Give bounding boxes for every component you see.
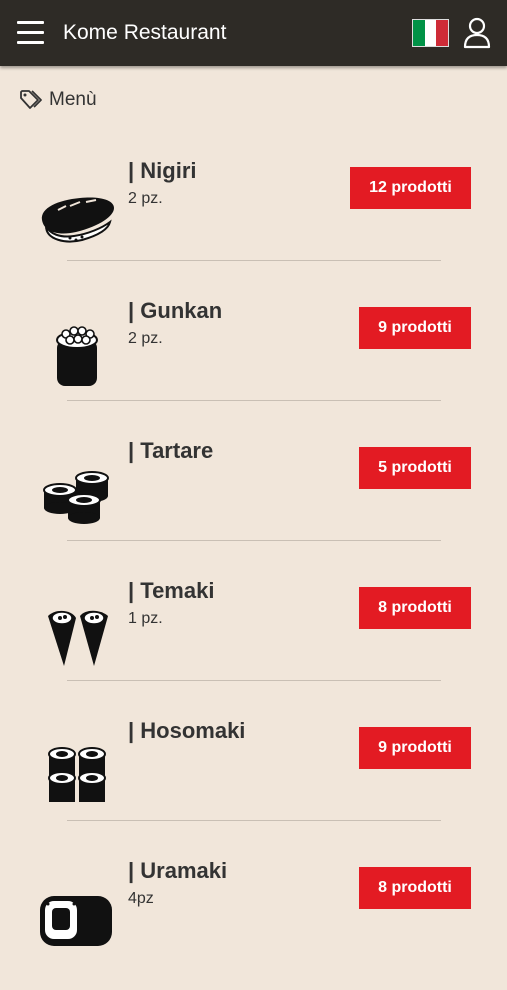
- category-subtitle: 2 pz.: [128, 330, 163, 347]
- products-count-button[interactable]: 9 prodotti: [359, 307, 471, 349]
- category-row-temaki[interactable]: | Temaki 1 pz. 8 prodotti: [0, 570, 507, 710]
- top-bar: Kome Restaurant: [0, 0, 507, 66]
- divider: [67, 680, 441, 681]
- divider: [67, 540, 441, 541]
- nigiri-icon: [41, 197, 114, 243]
- hosomaki-icon: [48, 747, 106, 802]
- tartare-icon: [43, 471, 109, 524]
- category-name: | Uramaki: [128, 858, 228, 883]
- breadcrumb: Menù: [19, 87, 97, 113]
- products-count-button[interactable]: 12 prodotti: [350, 167, 471, 209]
- category-subtitle: 1 pz.: [128, 610, 163, 627]
- divider: [67, 400, 441, 401]
- category-row-hosomaki[interactable]: | Hosomaki 9 prodotti: [0, 710, 507, 850]
- category-row-uramaki[interactable]: | Uramaki 4pz 8 prodotti: [0, 850, 507, 990]
- app-title: Kome Restaurant: [63, 21, 227, 44]
- products-count-button[interactable]: 5 prodotti: [359, 447, 471, 489]
- gunkan-icon: [56, 326, 98, 386]
- italy-flag-icon[interactable]: [412, 19, 449, 47]
- category-name: | Nigiri: [128, 158, 197, 183]
- products-count-button[interactable]: 9 prodotti: [359, 727, 471, 769]
- tag-icon: [20, 90, 42, 109]
- uramaki-icon: [40, 896, 112, 946]
- category-row-tartare[interactable]: | Tartare 5 prodotti: [0, 430, 507, 570]
- category-name: | Hosomaki: [128, 718, 246, 743]
- category-name: | Tartare: [128, 438, 214, 463]
- category-row-nigiri[interactable]: | Nigiri 2 pz. 12 prodotti: [0, 150, 507, 290]
- hamburger-menu-icon[interactable]: [17, 21, 44, 45]
- user-icon[interactable]: [463, 17, 491, 49]
- category-row-gunkan[interactable]: | Gunkan 2 pz. 9 prodotti: [0, 290, 507, 430]
- category-subtitle: 4pz: [128, 890, 154, 907]
- divider: [67, 260, 441, 261]
- temaki-icon: [48, 610, 108, 666]
- products-count-button[interactable]: 8 prodotti: [359, 587, 471, 629]
- category-name: | Temaki: [128, 578, 215, 603]
- category-name: | Gunkan: [128, 298, 223, 323]
- products-count-button[interactable]: 8 prodotti: [359, 867, 471, 909]
- category-subtitle: 2 pz.: [128, 190, 163, 207]
- breadcrumb-label: Menù: [49, 89, 97, 110]
- divider: [67, 820, 441, 821]
